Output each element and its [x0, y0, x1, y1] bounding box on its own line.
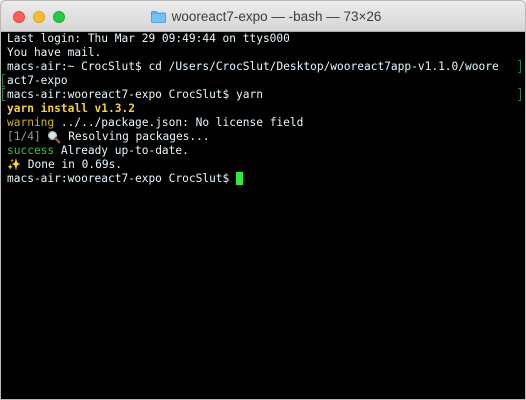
terminal-line-yarn-version: yarn install v1.3.2: [7, 102, 135, 115]
terminal-line-done: ✨ Done in 0.69s.: [7, 158, 525, 172]
step-counter: [1/4]: [7, 130, 41, 143]
terminal-line-prompt[interactable]: macs-air:wooreact7-expo CrocSlut$: [7, 172, 525, 186]
terminal-line-success: success Already up-to-date.: [7, 144, 525, 158]
terminal-line-cd-command: macs-air:~ CrocSlut$ cd /Users/CrocSlut/…: [7, 60, 499, 73]
resolving-message: Resolving packages...: [68, 130, 210, 143]
folder-icon: [150, 10, 166, 23]
terminal-line-last-login: Last login: Thu Mar 29 09:49:44 on ttys0…: [7, 32, 290, 45]
title-bar[interactable]: wooreact7-expo — -bash — 73×26: [1, 1, 525, 32]
magnifying-glass-icon: [48, 131, 61, 144]
shell-prompt: macs-air:wooreact7-expo CrocSlut$: [7, 172, 237, 185]
window-title-group: wooreact7-expo — -bash — 73×26: [1, 1, 525, 32]
text-cursor: [236, 172, 244, 185]
sparkles-icon: ✨: [7, 158, 21, 171]
warning-label: warning: [7, 116, 55, 129]
mark-left-2: [2, 88, 5, 101]
mark-left-1: [2, 74, 5, 87]
window-title: wooreact7-expo — -bash — 73×26: [171, 9, 382, 24]
success-message: Already up-to-date.: [54, 144, 189, 157]
terminal-line-cd-continued: act7-expo: [7, 74, 68, 87]
terminal-window: wooreact7-expo — -bash — 73×26 Last logi…: [0, 0, 526, 400]
terminal-line-resolving: [1/4] Resolving packages...: [7, 130, 525, 144]
terminal-output[interactable]: Last login: Thu Mar 29 09:49:44 on ttys0…: [1, 32, 525, 399]
done-message: Done in 0.69s.: [27, 158, 123, 171]
success-label: success: [7, 144, 55, 157]
scrollbar[interactable]: [517, 34, 524, 394]
terminal-line-yarn-command: macs-air:wooreact7-expo CrocSlut$ yarn: [7, 88, 263, 101]
terminal-line-mail: You have mail.: [7, 46, 102, 59]
terminal-line-warning: warning ../../package.json: No license f…: [7, 116, 525, 130]
warning-message: ../../package.json: No license field: [54, 116, 304, 129]
